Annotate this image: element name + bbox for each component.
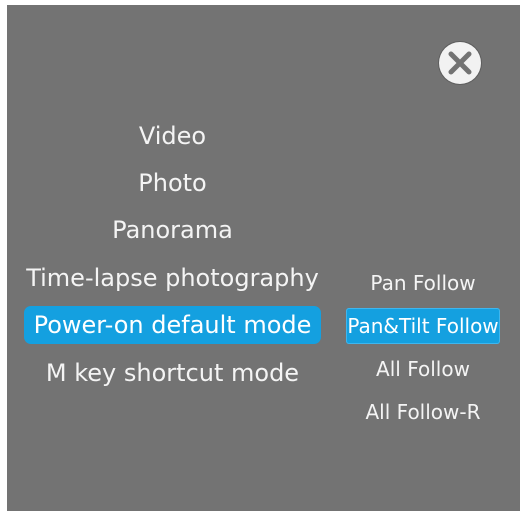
- option-all-follow[interactable]: All Follow: [346, 351, 500, 387]
- option-all-follow-r[interactable]: All Follow-R: [346, 394, 500, 430]
- option-pan-follow[interactable]: Pan Follow: [346, 265, 500, 301]
- menu-item-video[interactable]: Video: [24, 117, 321, 155]
- close-icon: [448, 51, 472, 75]
- menu-item-panorama[interactable]: Panorama: [24, 211, 321, 249]
- close-button[interactable]: [439, 42, 481, 84]
- settings-panel: Video Photo Panorama Time-lapse photogra…: [7, 5, 520, 511]
- option-pan-tilt-follow[interactable]: Pan&Tilt Follow: [346, 308, 500, 344]
- menu-item-power-on-default-mode[interactable]: Power-on default mode: [24, 306, 321, 344]
- menu-item-photo[interactable]: Photo: [24, 164, 321, 202]
- menu-item-time-lapse[interactable]: Time-lapse photography: [24, 259, 321, 297]
- menu-item-m-key-shortcut-mode[interactable]: M key shortcut mode: [24, 354, 321, 392]
